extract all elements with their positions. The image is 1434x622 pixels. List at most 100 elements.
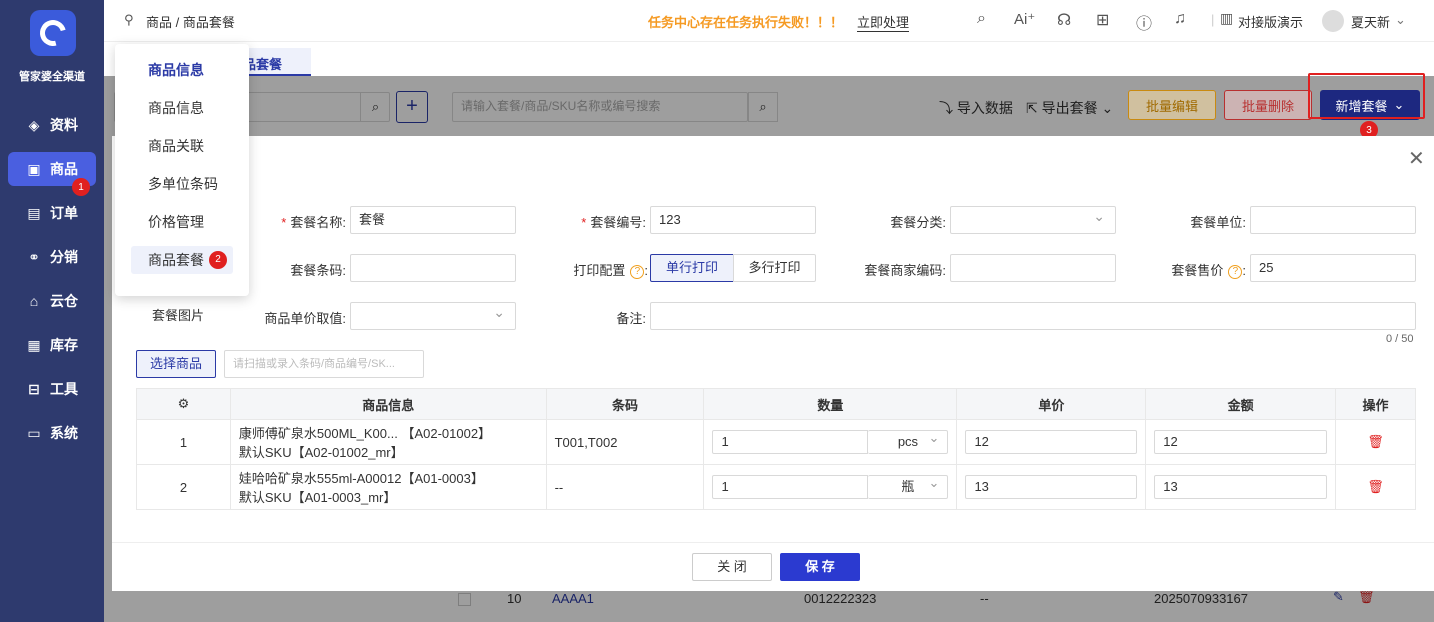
delete-icon[interactable]: 🗑 [1335, 419, 1416, 465]
unit-select[interactable]: pcs ⌄ [868, 430, 949, 454]
gear-icon[interactable]: ⚙ [178, 396, 190, 411]
remark-input[interactable] [650, 302, 1416, 330]
batch-edit-button[interactable]: 批量编辑 [1128, 90, 1216, 120]
package-price-label: 套餐售价?: [1171, 263, 1246, 279]
goods-barcode: T001,T002 [545, 419, 705, 465]
tab-goods-package[interactable]: 品套餐 [239, 48, 311, 76]
amount-input[interactable]: 13 [1154, 475, 1328, 499]
sidebar-item-goods[interactable]: ▣ 商品 1 [8, 152, 96, 196]
unit-price-source-select[interactable] [350, 299, 516, 330]
org-name[interactable]: 对接版演示 [1238, 12, 1303, 31]
submenu-item-goods-package[interactable]: 商品套餐 2 [131, 246, 233, 274]
multi-line-print-option[interactable]: 多行打印 [733, 254, 816, 282]
monitor-icon: ▭ [27, 424, 41, 441]
sidebar-item-data[interactable]: ◈ 资料 [8, 108, 96, 142]
price-cell: 12 [956, 419, 1147, 465]
column-header: 商品信息 [229, 388, 547, 420]
unit-price-input[interactable]: 12 [965, 430, 1138, 454]
close-button[interactable]: 关 闭 [692, 553, 772, 581]
brand-name: 管家婆全渠道 [19, 71, 85, 83]
package-name-input[interactable]: 套餐 [350, 206, 516, 234]
merchant-code-label: 套餐商家编码: [864, 263, 946, 278]
quantity-cell: 1 pcs ⌄ [703, 419, 958, 465]
single-line-print-option[interactable]: 单行打印 [650, 254, 734, 282]
step-badge: 2 [209, 251, 227, 269]
package-goods-table: ⚙ 商品信息 条码 数量 单价 金额 操作 1 康师傅矿泉水500ML_K00.… [136, 388, 1416, 510]
package-name-label: * 套餐名称: [281, 215, 346, 230]
row-number: 1 [136, 419, 231, 465]
quantity-input[interactable]: 1 [712, 475, 869, 499]
batch-delete-button[interactable]: 批量删除 [1224, 90, 1312, 120]
help-icon[interactable]: ? [630, 264, 645, 279]
chevron-down-icon[interactable]: ⌄ [1395, 12, 1406, 28]
footer-divider [112, 542, 1434, 543]
unit-price-source-label: 商品单价取值: [264, 311, 346, 326]
submenu-item-goods-relation[interactable]: 商品关联 [131, 132, 233, 160]
chevron-down-icon: ⌄ [928, 430, 940, 445]
package-barcode-input[interactable] [350, 254, 516, 282]
package-image-label[interactable]: 套餐图片 [152, 305, 204, 324]
submenu-item-price-management[interactable]: 价格管理 [131, 208, 233, 236]
task-warning: 任务中心存在任务执行失败！！！ [648, 15, 844, 30]
scan-barcode-input[interactable]: 请扫描或录入条码/商品编号/SK... [224, 350, 424, 378]
unit-price-input[interactable]: 13 [965, 475, 1138, 499]
cloud-warehouse-icon: ⌂ [29, 293, 39, 309]
quantity-input[interactable]: 1 [712, 430, 869, 454]
package-barcode-label: 套餐条码: [290, 263, 346, 278]
bell-icon[interactable]: ♫ [1174, 10, 1186, 28]
user-name[interactable]: 夏天新 [1351, 12, 1390, 31]
price-cell: 13 [956, 464, 1147, 510]
support-icon[interactable]: ☊ [1057, 10, 1071, 30]
submenu-item-goods-info[interactable]: 商品信息 [131, 94, 233, 122]
select-goods-button[interactable]: 选择商品 [136, 350, 216, 378]
search-icon[interactable]: ⌕ [977, 10, 986, 28]
help-icon[interactable]: ? [1228, 264, 1243, 279]
close-icon[interactable]: ✕ [1408, 146, 1425, 171]
column-header: 单价 [956, 388, 1147, 420]
layers-icon: ◈ [28, 116, 40, 133]
package-code-input[interactable]: 123 [650, 206, 816, 234]
column-header: 操作 [1335, 388, 1416, 420]
package-category-select[interactable] [950, 203, 1116, 234]
amount-input[interactable]: 12 [1154, 430, 1328, 454]
table-row: 1 康师傅矿泉水500ML_K00... 【A02-01002】 默认SKU【A0… [136, 419, 1416, 465]
package-unit-label: 套餐单位: [1190, 215, 1246, 230]
remark-char-count: 0 / 50 [1386, 333, 1414, 345]
book-icon[interactable]: ⊞ [1096, 10, 1109, 30]
sidebar-item-inventory[interactable]: ▦ 库存 [8, 328, 96, 362]
sidebar-item-distribution[interactable]: ⚭ 分销 [8, 240, 96, 274]
column-header: 数量 [703, 388, 958, 420]
package-code-label: * 套餐编号: [581, 215, 646, 230]
column-header: 条码 [545, 388, 705, 420]
merchant-code-input[interactable] [950, 254, 1116, 282]
sidebar-item-orders[interactable]: ▤ 订单 [8, 196, 96, 230]
fix-now-link[interactable]: 立即处理 [857, 12, 910, 32]
org-icon: ▥ [1220, 10, 1234, 26]
sidebar-item-system[interactable]: ▭ 系统 [8, 416, 96, 450]
amount-cell: 13 [1145, 464, 1337, 510]
unit-select[interactable]: 瓶 ⌄ [868, 475, 949, 499]
app-logo[interactable] [30, 10, 76, 56]
save-button[interactable]: 保 存 [780, 553, 860, 581]
network-icon: ⚭ [28, 248, 40, 265]
sidebar-item-cloud-warehouse[interactable]: ⌂ 云仓 [8, 284, 96, 318]
sidebar-item-tools[interactable]: ⊟ 工具 [8, 372, 96, 406]
column-settings[interactable]: ⚙ [136, 388, 231, 420]
goods-info: 康师傅矿泉水500ML_K00... 【A02-01002】 默认SKU【A02-… [229, 419, 547, 465]
package-unit-input[interactable] [1250, 206, 1416, 234]
ai-icon[interactable]: Ai⁺ [1014, 10, 1035, 28]
box-icon: ▣ [27, 160, 41, 177]
help-icon[interactable]: ⓘ [1136, 10, 1152, 34]
goods-submenu: 商品信息 商品信息 商品关联 多单位条码 价格管理 商品套餐 2 [115, 44, 249, 296]
order-icon: ▤ [27, 204, 41, 221]
delete-icon[interactable]: 🗑 [1335, 464, 1416, 510]
amount-cell: 12 [1145, 419, 1337, 465]
page-tabs: 品套餐 [104, 42, 1434, 76]
submenu-item-multi-unit-barcode[interactable]: 多单位条码 [131, 170, 233, 198]
sidebar: 管家婆全渠道 ◈ 资料 ▣ 商品 1 ▤ 订单 ⚭ 分销 ⌂ 云仓 ▦ 库存 ⊟ 工具 ▭ 系统 [0, 0, 104, 622]
row-number: 2 [136, 464, 231, 510]
inventory-icon: ▦ [27, 336, 41, 353]
table-row: 2 娃哈哈矿泉水555ml-A00012【A01-0003】 默认SKU【A01-… [136, 464, 1416, 510]
avatar[interactable] [1322, 10, 1344, 32]
package-price-input[interactable]: 25 [1250, 254, 1416, 282]
